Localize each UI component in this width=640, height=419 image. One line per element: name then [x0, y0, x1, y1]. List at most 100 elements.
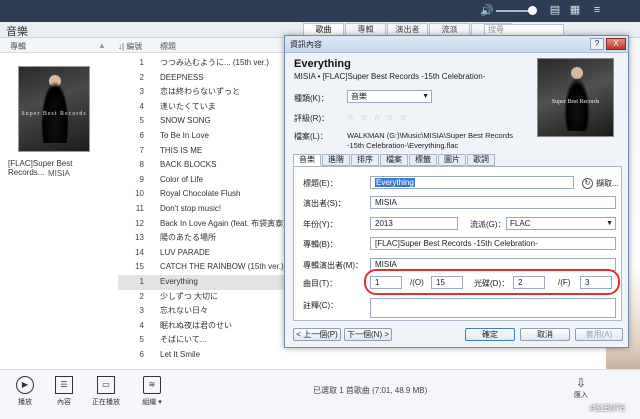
file-label: 檔案(L)： — [294, 132, 328, 141]
track-number: 3 — [139, 87, 144, 97]
track-row[interactable]: 6 Let It Smile — [118, 348, 358, 363]
track-number: 5 — [139, 116, 144, 126]
track-number: 14 — [135, 247, 144, 257]
ok-button[interactable]: 確定 — [465, 328, 515, 341]
fetch-button[interactable]: 擷取... — [596, 178, 619, 189]
year-field[interactable]: 2013 — [370, 217, 458, 230]
col-album[interactable]: 專輯 — [10, 41, 26, 52]
track-number: 11 — [135, 203, 144, 213]
title-value: Everything — [375, 178, 415, 187]
library-view-icon[interactable]: ▤ — [548, 3, 562, 17]
stack-icon: ≋ — [143, 376, 161, 394]
content-label: 內容 — [57, 399, 71, 406]
track-title: 恋は終わらないずっと — [160, 87, 240, 97]
album-artist-label: 專輯演出者(M)： — [303, 261, 363, 270]
track-title: DEEPNESS — [160, 72, 204, 82]
dialog-tabs: 音樂 進階 排序 檔案 標籤 圖片 歌詞 — [293, 154, 496, 166]
now-playing-button[interactable]: ▭ 正在播放 — [86, 376, 126, 407]
volume-icon[interactable]: 🔊 — [480, 5, 494, 17]
watermark: #315076 — [590, 403, 626, 413]
library-title: 音樂 — [6, 26, 28, 38]
track-title: 忘れない日々 — [160, 306, 208, 316]
prev-button[interactable]: < 上一個(P) — [293, 328, 341, 341]
track-title: そばにいて... — [160, 335, 207, 345]
track-title: Color of Life — [160, 174, 204, 184]
title-field[interactable]: Everything — [370, 176, 574, 189]
bottom-bar: ▶ 播放 ☰ 內容 ▭ 正在播放 ≋ 組織 ▾ 已選取 1 首歌曲 (7:01,… — [0, 369, 640, 419]
tab-music[interactable]: 音樂 — [293, 154, 321, 166]
track-number: 13 — [135, 233, 144, 243]
col-number-label: 編號 — [126, 42, 143, 51]
kind-label: 種類(K)： — [294, 94, 329, 103]
menu-icon[interactable]: ≡ — [590, 3, 604, 17]
volume-knob[interactable] — [528, 6, 537, 15]
import-icon: ⇩ — [575, 376, 587, 390]
close-button[interactable]: X — [606, 38, 626, 50]
content-button[interactable]: ☰ 內容 — [44, 376, 84, 407]
play-label: 播放 — [18, 399, 32, 406]
music-tab-panel: 標題(E)： Everything ↻ 擷取... 演出者(S)： MISIA … — [293, 166, 622, 321]
title-label: 標題(E)： — [303, 179, 338, 188]
status-text: 已選取 1 首歌曲 (7:01, 48.9 MB) — [313, 386, 428, 395]
help-button[interactable]: ? — [590, 38, 604, 50]
track-title: 少しずつ 大切に — [160, 291, 219, 301]
fetch-icon[interactable]: ↻ — [582, 178, 593, 189]
content-icon: ☰ — [55, 376, 73, 394]
next-button[interactable]: 下一個(N) > — [344, 328, 392, 341]
track-title: BACK BLOCKS — [160, 160, 217, 170]
track-title: SNOW SONG — [160, 116, 211, 126]
track-title: 逢いたくていま — [160, 101, 216, 111]
play-button[interactable]: ▶ 播放 — [5, 376, 45, 407]
cancel-button[interactable]: 取消 — [520, 328, 570, 341]
tab-advanced[interactable]: 進階 — [322, 154, 350, 166]
year-label: 年份(Y)： — [303, 220, 338, 229]
track-title: THIS IS ME — [160, 145, 203, 155]
tab-pictures[interactable]: 圖片 — [438, 154, 466, 166]
organize-label: 組織 ▾ — [142, 399, 162, 406]
album-art[interactable]: Super Best Records — [18, 66, 90, 152]
tab-tags[interactable]: 標籤 — [409, 154, 437, 166]
track-title: Back In Love Again (feat. 布袋寅泰) — [160, 218, 286, 228]
organize-button[interactable]: ≋ 組織 ▾ — [132, 376, 172, 407]
play-icon: ▶ — [16, 376, 34, 394]
comment-field[interactable] — [370, 298, 616, 318]
file-path: WALKMAN (G:)\Music\MISIA\Super Best Reco… — [347, 131, 514, 150]
chevron-down-icon: ▼ — [422, 93, 429, 100]
track-title: Don't stop music! — [160, 203, 222, 213]
track-number: 5 — [139, 335, 144, 345]
tab-file[interactable]: 檔案 — [380, 154, 408, 166]
genre-select[interactable]: FLAC ▼ — [506, 217, 616, 230]
track-title: 陽のあたる場所 — [160, 233, 216, 243]
genre-value: FLAC — [510, 219, 531, 228]
dialog-title: 資訊內容 — [290, 40, 322, 49]
rating-label: 評級(R)： — [294, 114, 330, 123]
track-number: 4 — [139, 101, 144, 111]
tab-sorting[interactable]: 排序 — [351, 154, 379, 166]
apply-button[interactable]: 套用(A) — [575, 328, 623, 341]
track-title: LUV PARADE — [160, 247, 211, 257]
track-number: 4 — [139, 320, 144, 330]
track-title: 眠れぬ夜は君のせい — [160, 320, 232, 330]
track-label: 曲目(T)： — [303, 279, 338, 288]
track-number: 12 — [135, 218, 144, 228]
track-number: 15 — [135, 262, 144, 272]
track-title: つつみ込むように... (15th ver.) — [160, 58, 269, 67]
track-number: 10 — [135, 189, 144, 199]
kind-select[interactable]: 音樂 ▼ — [347, 90, 432, 103]
col-title[interactable]: 標題 — [160, 41, 176, 52]
now-playing-icon: ▭ — [97, 376, 115, 394]
album-field[interactable]: [FLAC]Super Best Records -15th Celebrati… — [370, 237, 616, 250]
dialog-album-art: Super Best Records — [537, 58, 614, 137]
tab-lyrics[interactable]: 歌詞 — [467, 154, 495, 166]
col-sort-icon[interactable]: ▲ — [98, 41, 106, 50]
now-playing-label: 正在播放 — [92, 399, 120, 406]
import-button[interactable]: ⇩ 匯入 — [568, 376, 594, 400]
rating-stars[interactable]: ☆☆☆☆☆ — [347, 113, 413, 122]
track-number: 8 — [139, 160, 144, 170]
chevron-down-icon: ▼ — [606, 220, 613, 227]
artist-field[interactable]: MISIA — [370, 196, 616, 209]
col-number[interactable]: ↓| 編號 — [118, 41, 142, 52]
track-title: To Be In Love — [160, 130, 209, 140]
settings-icon[interactable]: ▦ — [568, 3, 582, 17]
dialog-art-text: Super Best Records — [551, 99, 600, 105]
